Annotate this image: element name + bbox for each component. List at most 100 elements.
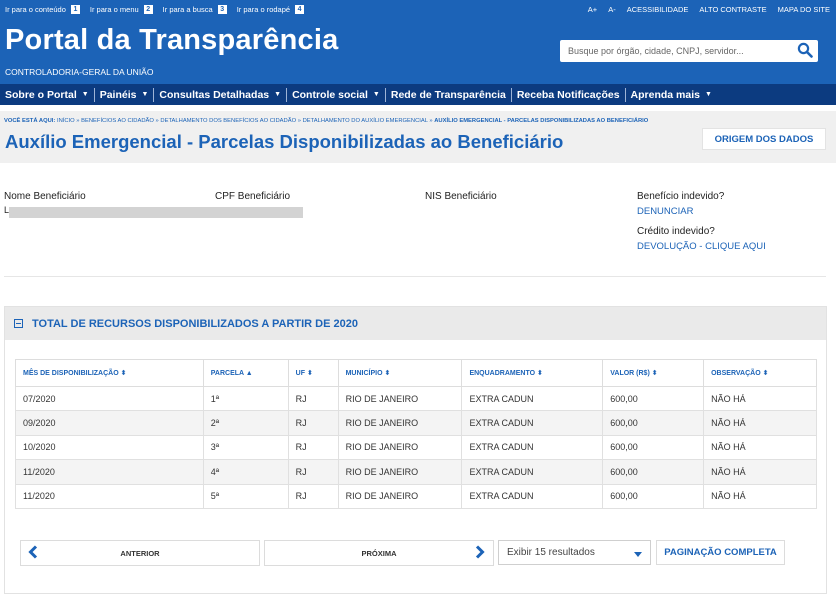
skip-to-menu-link[interactable]: Ir para o menu 2 [90,5,153,14]
column-header-installment[interactable]: PARCELA ▲ [202,359,289,387]
breadcrumb-link[interactable]: DETALHAMENTO DOS BENEFÍCIOS AO CIDADÃO [160,118,296,124]
accesskey-badge: 3 [217,5,227,14]
nav-item-label: Consultas Detalhadas [159,88,270,101]
caret-down-icon: ▼ [274,91,282,98]
sort-both-icon: ⬍ [120,370,127,377]
search-icon [797,42,813,61]
caret-down-icon: ▼ [372,91,380,98]
decrease-font-link[interactable]: A- [608,5,616,14]
table-row: 10/2020 3ª RJ RIO DE JANEIRO EXTRA CADUN… [15,434,817,461]
nav-item-label: Painéis [99,88,137,101]
breadcrumb-link[interactable]: DETALHAMENTO DO AUXÍLIO EMERGENCIAL [303,118,428,124]
installments-table: MÊS DE DISPONIBILIZAÇÃO ⬍ PARCELA ▲ UF ⬍… [15,359,817,509]
nav-item-label: Receba Notificações [516,88,620,101]
cell-month: 10/2020 [15,434,204,461]
accessibility-link[interactable]: ACESSIBILIDADE [627,5,689,14]
cell-uf: RJ [287,410,339,436]
cell-observation: NÃO HÁ [703,410,817,436]
panel-header[interactable]: TOTAL DE RECURSOS DISPONIBILIZADOS A PAR… [5,307,826,340]
cell-installment: 4ª [202,459,289,485]
skip-to-search-link[interactable]: Ir para a busca 3 [163,5,227,14]
skip-to-content-link[interactable]: Ir para o conteúdo 1 [5,5,80,14]
search-box [560,40,818,62]
previous-label: ANTERIOR [120,548,160,558]
nav-item-receba-notificacoes[interactable]: Receba Notificações [512,87,626,102]
cell-classification: EXTRA CADUN [461,459,604,485]
table-row: 11/2020 5ª RJ RIO DE JANEIRO EXTRA CADUN… [15,483,817,509]
previous-page-button[interactable]: ANTERIOR [20,540,260,566]
data-origin-button[interactable]: ORIGEM DOS DADOS [702,128,826,150]
collapse-icon[interactable] [14,319,23,328]
nav-item-sobre-o-portal[interactable]: Sobre o Portal ▼ [0,87,95,102]
nav-item-rede-de-transparencia[interactable]: Rede de Transparência [386,87,512,102]
refund-link[interactable]: DEVOLUÇÃO - CLIQUE AQUI [637,241,766,252]
beneficiary-name-label: Nome Beneficiário [4,191,86,202]
column-header-value[interactable]: VALOR (R$) ⬍ [602,359,705,387]
nav-item-consultas-detalhadas[interactable]: Consultas Detalhadas ▼ [154,87,288,102]
page-size-select[interactable]: Exibir 15 resultados [498,540,651,565]
column-label: MÊS DE DISPONIBILIZAÇÃO [23,370,119,377]
column-header-observation[interactable]: OBSERVAÇÃO ⬍ [703,359,817,387]
next-page-button[interactable]: PRÓXIMA [264,540,494,566]
portal-subtitle: CONTROLADORIA-GERAL DA UNIÃO [5,67,154,77]
portal-title[interactable]: Portal da Transparência [5,24,338,57]
breadcrumb-link[interactable]: BENEFÍCIOS AO CIDADÃO [81,118,154,124]
undue-benefit-label: Benefício indevido? [637,191,725,202]
page-title: Auxílio Emergencial - Parcelas Disponibi… [5,131,564,152]
nav-item-label: Aprenda mais [630,88,700,101]
cell-uf: RJ [287,483,339,509]
cell-month: 07/2020 [15,385,204,412]
undue-credit-label: Crédito indevido? [637,226,715,237]
column-header-classification[interactable]: ENQUADRAMENTO ⬍ [461,359,604,387]
cell-municipality: RIO DE JANEIRO [337,385,463,412]
skip-link-label: Ir para o rodapé [236,5,291,14]
site-header: Ir para o conteúdo 1 Ir para o menu 2 Ir… [0,0,836,84]
accesskey-badge: 2 [143,5,153,14]
cell-month: 09/2020 [15,410,204,436]
column-header-municipality[interactable]: MUNICÍPIO ⬍ [337,359,463,387]
breadcrumb-current: AUXÍLIO EMERGENCIAL - PARCELAS DISPONIBI… [434,118,649,124]
cell-installment: 1ª [202,385,289,412]
cell-value: 600,00 [602,434,705,461]
column-header-uf[interactable]: UF ⬍ [287,359,339,387]
report-link[interactable]: DENUNCIAR [637,206,693,217]
search-input[interactable] [560,40,792,62]
cell-installment: 2ª [202,410,289,436]
skip-link-label: Ir para o conteúdo [5,5,66,14]
next-label: PRÓXIMA [361,548,397,558]
skip-links: Ir para o conteúdo 1 Ir para o menu 2 Ir… [5,5,314,14]
cell-uf: RJ [287,434,339,461]
increase-font-link[interactable]: A+ [588,5,597,14]
cell-uf: RJ [287,385,339,412]
nav-item-paineis[interactable]: Painéis ▼ [95,87,155,102]
cell-municipality: RIO DE JANEIRO [337,459,463,485]
breadcrumb-link[interactable]: INÍCIO [57,118,75,124]
caret-down-icon: ▼ [705,91,712,98]
cell-observation: NÃO HÁ [703,483,817,509]
nav-item-controle-social[interactable]: Controle social ▼ [287,87,386,102]
skip-to-footer-link[interactable]: Ir para o rodapé 4 [236,5,305,14]
cell-classification: EXTRA CADUN [461,434,604,461]
cell-value: 600,00 [602,385,705,412]
breadcrumb-prefix: VOCÊ ESTÁ AQUI: [4,118,56,124]
breadcrumb: VOCÊ ESTÁ AQUI: INÍCIO » BENEFÍCIOS AO C… [4,118,649,124]
caret-down-icon: ▼ [81,91,89,98]
column-label: MUNICÍPIO [345,370,383,377]
cell-installment: 3ª [202,434,289,461]
caret-down-icon [634,550,642,561]
cell-value: 600,00 [602,410,705,436]
column-header-month[interactable]: MÊS DE DISPONIBILIZAÇÃO ⬍ [15,359,204,387]
nav-item-label: Rede de Transparência [390,88,506,101]
nav-item-aprenda-mais[interactable]: Aprenda mais ▼ [626,88,717,102]
site-map-link[interactable]: MAPA DO SITE [778,5,830,14]
table-row: 09/2020 2ª RJ RIO DE JANEIRO EXTRA CADUN… [15,410,817,436]
full-pagination-button[interactable]: PAGINAÇÃO COMPLETA [656,540,785,565]
cell-observation: NÃO HÁ [703,434,817,461]
sort-both-icon: ⬍ [384,370,391,377]
accesskey-badge: 1 [70,5,80,14]
sort-both-icon: ⬍ [651,370,658,377]
beneficiary-nis-label: NIS Beneficiário [425,191,497,202]
high-contrast-link[interactable]: ALTO CONTRASTE [699,5,766,14]
column-label: OBSERVAÇÃO [711,370,761,377]
search-button[interactable] [792,40,818,62]
